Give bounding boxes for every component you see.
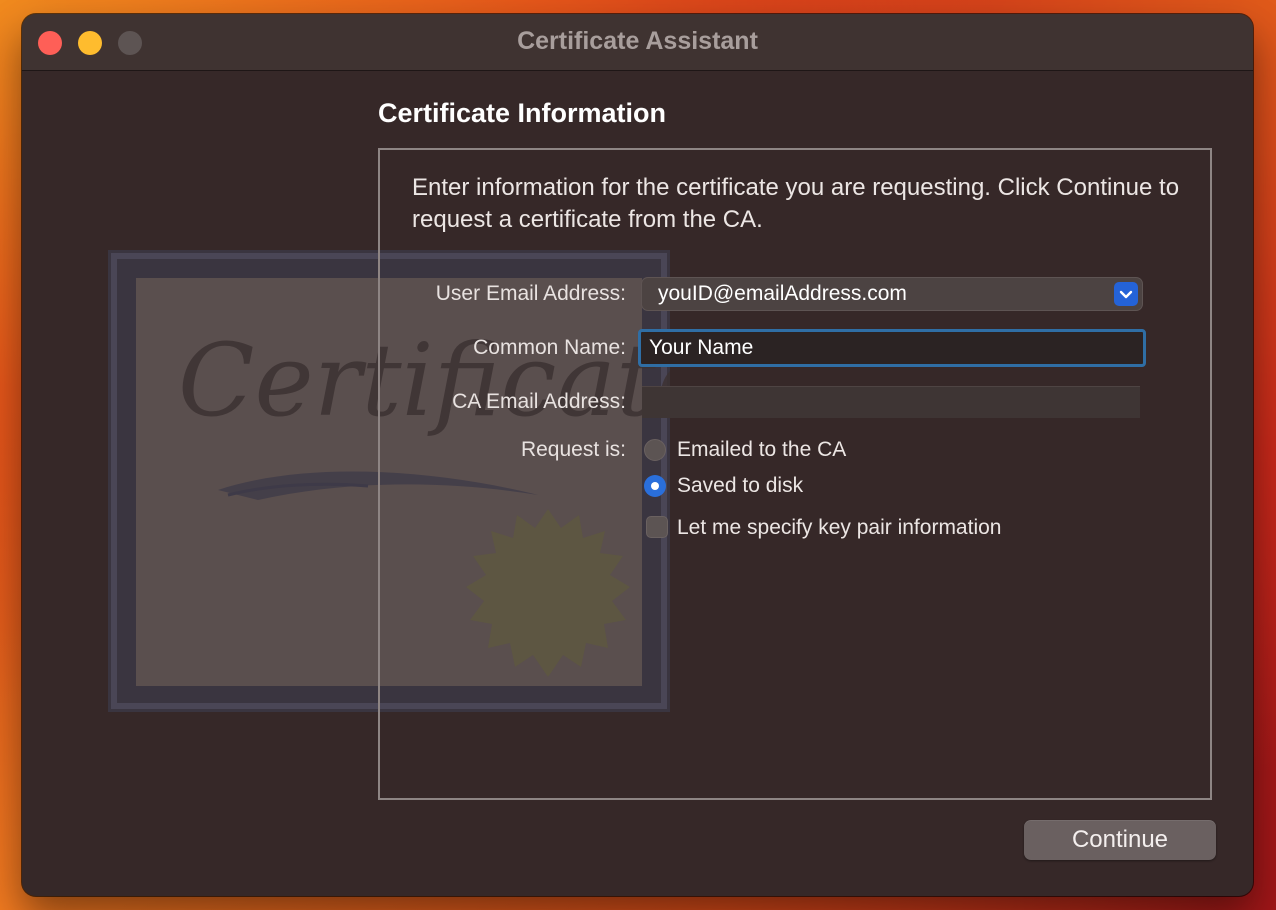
radio-selected-dot bbox=[651, 482, 659, 490]
radio-saved-to-disk[interactable] bbox=[644, 475, 666, 497]
page-title: Certificate Information bbox=[378, 98, 667, 128]
request-is-label: Request is: bbox=[520, 438, 626, 461]
chevron-down-icon[interactable] bbox=[1114, 282, 1138, 306]
intro-text: Enter information for the certificate yo… bbox=[412, 174, 1180, 233]
option-saved-label[interactable]: Saved to disk bbox=[677, 474, 803, 498]
user-email-value: youID@emailAddress.com bbox=[658, 282, 907, 305]
common-name-label: Common Name: bbox=[473, 336, 626, 359]
user-email-label: User Email Address: bbox=[435, 282, 626, 305]
common-name-field[interactable]: Your Name bbox=[638, 329, 1146, 367]
user-email-popup[interactable]: youID@emailAddress.com bbox=[642, 278, 1142, 310]
keypair-label[interactable]: Let me specify key pair information bbox=[677, 516, 1001, 540]
common-name-value: Your Name bbox=[649, 336, 754, 359]
certificate-assistant-window: Certificate Assistant Certificate Certif… bbox=[22, 14, 1253, 896]
window-title: Certificate Assistant bbox=[517, 27, 758, 55]
title-bar[interactable]: Certificate Assistant bbox=[22, 14, 1253, 71]
ca-email-field[interactable] bbox=[642, 386, 1140, 418]
radio-emailed-to-ca[interactable] bbox=[644, 439, 666, 461]
keypair-checkbox[interactable] bbox=[646, 516, 668, 538]
option-emailed-label[interactable]: Emailed to the CA bbox=[677, 438, 846, 462]
ca-email-label: CA Email Address: bbox=[452, 390, 626, 413]
form-panel: Enter information for the certificate yo… bbox=[378, 148, 1212, 800]
continue-button[interactable]: Continue bbox=[1024, 820, 1216, 860]
